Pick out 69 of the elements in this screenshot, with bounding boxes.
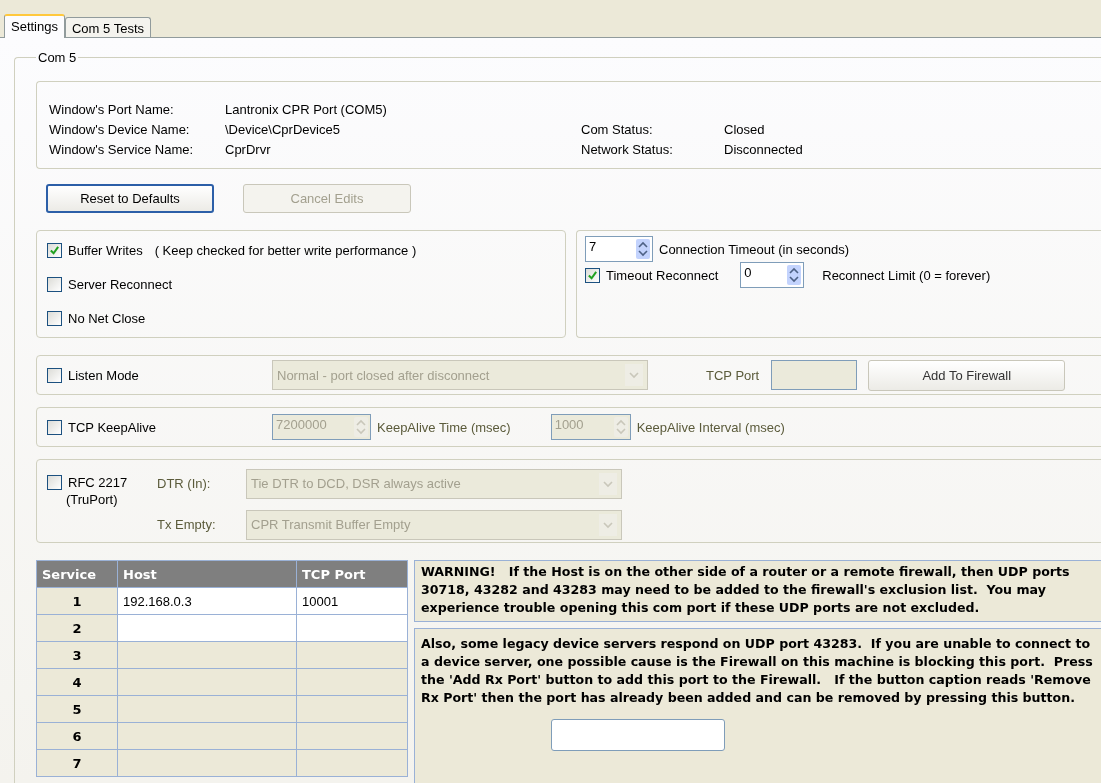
column-header: TCP Port xyxy=(296,560,408,588)
table-cell[interactable] xyxy=(296,668,408,696)
table-cell[interactable]: 192.168.0.3 xyxy=(117,587,297,615)
checkbox-label: No Net Close xyxy=(68,310,146,326)
checkbox-label: Server Reconnect xyxy=(68,276,173,292)
row-number: 2 xyxy=(36,614,118,642)
hint-text: ( Keep checked for better write performance ) xyxy=(154,242,417,258)
checkbox[interactable] xyxy=(47,367,62,383)
field-value: Closed xyxy=(724,122,765,139)
table-cell[interactable] xyxy=(296,695,408,723)
spin-arrows-icon[interactable] xyxy=(636,239,650,259)
field-value: \Device\CprDevice5 xyxy=(225,122,340,139)
table-cell[interactable] xyxy=(117,749,297,777)
checkbox[interactable] xyxy=(47,276,62,292)
column-header: Service xyxy=(36,560,118,588)
field-label: Com Status: xyxy=(581,122,654,139)
table-cell[interactable] xyxy=(296,614,408,642)
table-cell[interactable] xyxy=(296,641,408,669)
field-label: TCP Port xyxy=(706,367,760,383)
spinner-label: KeepAlive Interval (msec) xyxy=(636,419,785,435)
push-button[interactable]: Reset to Defaults xyxy=(46,184,214,213)
push-button[interactable] xyxy=(551,719,725,751)
spinner-label: Reconnect Limit (0 = forever) xyxy=(822,267,991,283)
checkbox-label: TCP KeepAlive xyxy=(68,419,156,435)
table-cell[interactable] xyxy=(296,749,408,777)
checkbox[interactable] xyxy=(47,242,62,258)
checkbox-label: RFC 2217 xyxy=(68,474,128,490)
checkbox[interactable] xyxy=(47,310,62,326)
checkbox[interactable] xyxy=(585,267,600,283)
table-cell[interactable] xyxy=(117,614,297,642)
field-value: Disconnected xyxy=(724,142,803,159)
checkbox[interactable] xyxy=(47,474,62,490)
table-cell[interactable] xyxy=(296,722,408,750)
field-label: Window's Device Name: xyxy=(49,122,191,139)
row-number: 1 xyxy=(36,587,118,615)
field-label: Window's Port Name: xyxy=(49,102,175,119)
field-label: Tx Empty: xyxy=(157,517,217,532)
tab[interactable]: Com 5 Tests xyxy=(65,17,151,37)
row-number: 3 xyxy=(36,641,118,669)
field-value: CprDrvr xyxy=(225,142,271,159)
spinner-label: KeepAlive Time (msec) xyxy=(377,419,511,435)
field-label: Network Status: xyxy=(581,142,674,159)
column-header: Host xyxy=(117,560,297,588)
push-button[interactable]: Add To Firewall xyxy=(868,359,1066,391)
row-number: 7 xyxy=(36,749,118,777)
number-spinner[interactable]: 7 xyxy=(585,236,653,262)
table-cell[interactable] xyxy=(117,641,297,669)
checkbox-sublabel: (TruPort) xyxy=(66,492,119,507)
field-label: DTR (In): xyxy=(157,476,212,491)
checkbox-label: Listen Mode xyxy=(68,367,139,383)
field-value: Lantronix CPR Port (COM5) xyxy=(225,102,387,119)
group-title: Com 5 xyxy=(37,50,78,65)
tab[interactable]: Settings xyxy=(4,14,65,38)
table-cell[interactable] xyxy=(117,695,297,723)
row-number: 6 xyxy=(36,722,118,750)
number-spinner[interactable]: 0 xyxy=(740,262,805,288)
table-cell[interactable] xyxy=(117,722,297,750)
warning-text: WARNING! If the Host is on the other side of a router or a remote firewall, then UDP ports 30718, 43282 and 43283 may need to be added to the firewall's exclusion list. You may experience trouble opening this com port if these UDP ports are not excluded. xyxy=(414,560,1101,622)
table-cell[interactable]: 10001 xyxy=(296,587,408,615)
spin-arrows-icon[interactable] xyxy=(787,265,802,285)
table-cell[interactable] xyxy=(117,668,297,696)
checkbox[interactable] xyxy=(47,419,62,435)
row-number: 4 xyxy=(36,668,118,696)
checkbox-label: Buffer Writes xyxy=(68,242,143,258)
row-number: 5 xyxy=(36,695,118,723)
checkbox-label: Timeout Reconnect xyxy=(606,267,719,283)
spinner-label: Connection Timeout (in seconds) xyxy=(659,241,850,257)
field-label: Window's Service Name: xyxy=(49,142,195,159)
note-text: Also, some legacy device servers respond on UDP port 43283. If you are unable to connect to a device server, one possible cause is the Firewall on this machine is blocking this port. Press the 'Add Rx Port' button to add this port to the Firewall. If the button caption reads 'Remove Rx Port' then the port has already been added and can be removed by pressing this button. xyxy=(421,635,1094,707)
